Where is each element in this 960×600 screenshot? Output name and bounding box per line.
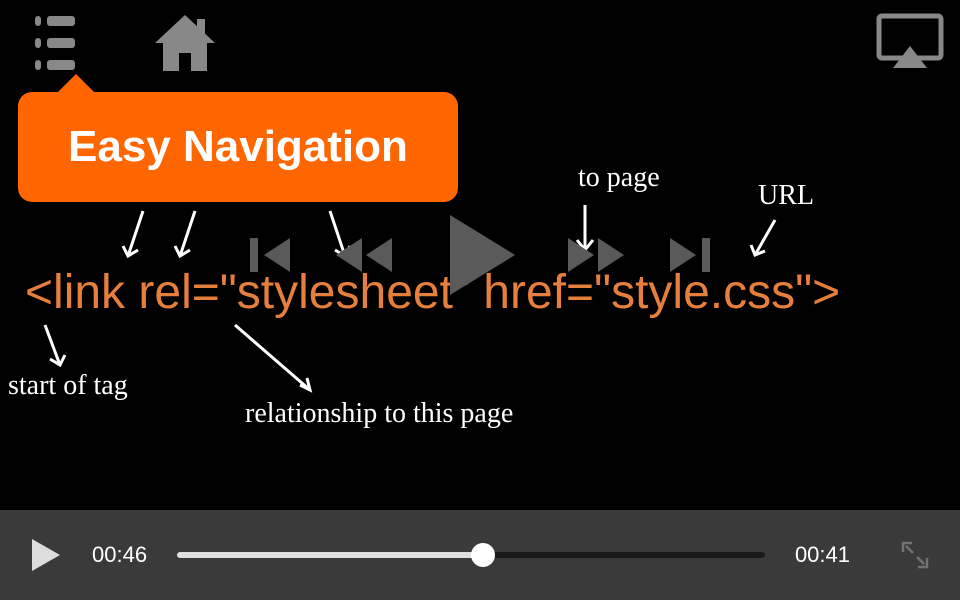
progress-slider[interactable]: [177, 552, 765, 558]
annotation-url: URL: [758, 180, 814, 212]
arrow-6: [35, 320, 75, 375]
skip-forward-button[interactable]: [660, 228, 714, 282]
progress-fill: [177, 552, 483, 558]
elapsed-time: 00:46: [92, 542, 147, 568]
arrow-7: [225, 320, 325, 400]
annotation-relationship: relationship to this page: [245, 398, 513, 430]
rewind-button[interactable]: [330, 228, 400, 282]
arrow-5: [745, 215, 785, 265]
annotation-to-page: to page: [578, 162, 660, 194]
airplay-button[interactable]: [875, 12, 945, 72]
tooltip-popup: Easy Navigation: [18, 92, 458, 202]
play-button-small[interactable]: [30, 537, 62, 573]
fast-forward-button[interactable]: [560, 228, 630, 282]
video-content-area: Easy Navigation to page URL start of tag…: [0, 0, 960, 510]
video-playback-controls: [246, 205, 714, 305]
fullscreen-button[interactable]: [900, 540, 930, 570]
remaining-time: 00:41: [795, 542, 850, 568]
arrow-1: [118, 206, 158, 266]
arrow-2: [170, 206, 210, 266]
top-toolbar: [0, 0, 960, 90]
progress-thumb[interactable]: [471, 543, 495, 567]
bottom-control-bar: 00:46 00:41: [0, 510, 960, 600]
menu-list-button[interactable]: [5, 5, 105, 80]
home-button[interactable]: [145, 5, 225, 85]
skip-back-button[interactable]: [246, 228, 300, 282]
play-button[interactable]: [430, 205, 530, 305]
tooltip-text: Easy Navigation: [68, 122, 408, 171]
